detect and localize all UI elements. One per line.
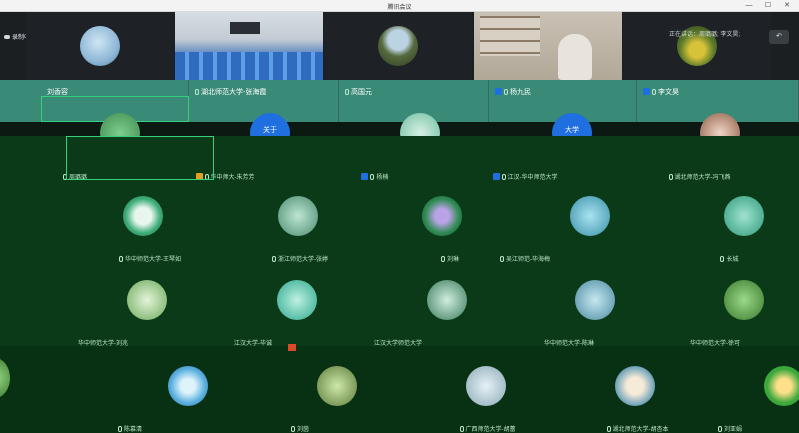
avatar <box>80 26 120 66</box>
host-badge-icon <box>492 173 500 180</box>
mic-icon <box>440 256 445 262</box>
mic-icon <box>668 174 673 180</box>
participant-name: 陈慕清 <box>123 427 142 433</box>
participant-tile[interactable]: 长城 <box>600 192 799 264</box>
video-tile-1[interactable] <box>26 12 174 80</box>
window-titlebar: 腾讯会议 — ☐ ✕ <box>0 0 799 12</box>
mic-icon <box>345 89 349 95</box>
avatar <box>615 366 655 406</box>
mic-icon <box>652 89 656 95</box>
close-button[interactable]: ✕ <box>779 1 795 11</box>
mic-icon <box>501 174 506 180</box>
participant-name: 湖北师范大学-张海霞 <box>201 89 267 96</box>
participant-name: 江汉-华中师范大学 <box>507 175 558 181</box>
participant-name: 长城 <box>726 257 739 263</box>
participant-name: 高国元 <box>351 89 372 96</box>
host-badge-icon <box>495 88 502 95</box>
participant-name: 湖北师范大学-胡杏本 <box>612 427 669 433</box>
mic-icon <box>117 426 122 432</box>
mic-icon <box>717 426 722 432</box>
participant-tile[interactable]: 江汉-华中师范大学 <box>450 136 600 181</box>
mic-icon <box>290 426 295 432</box>
video-tile-classroom[interactable] <box>175 12 323 80</box>
participant-tile[interactable]: 刘亚娟 <box>680 346 799 433</box>
video-strip: 录制中 正在讲话：周璐璐; 李文昊; ↶ <box>0 12 799 80</box>
avatar <box>764 366 799 406</box>
avatar <box>466 366 506 406</box>
video-tile-speaker[interactable] <box>474 12 622 80</box>
participant-row-bottom: 陈慕清 刘茵 广西师范大学-胡蕾 湖北师范大学-胡杏本 刘亚娟 <box>0 346 799 433</box>
participant-name: 华中师大-朱芳芳 <box>210 175 255 181</box>
avatar <box>378 26 418 66</box>
mic-icon <box>195 89 199 95</box>
mic-icon <box>500 256 504 262</box>
mic-icon <box>370 174 375 180</box>
participant-tile[interactable]: 杨楠 <box>300 136 450 181</box>
video-tile-5[interactable] <box>623 12 771 80</box>
speaking-indicator: 正在讲话：周璐璐; 李文昊; <box>669 32 741 38</box>
participant-name: 吴江师范-毕海梅 <box>506 257 550 263</box>
selected-tile-frame <box>66 136 214 180</box>
bookshelf <box>480 16 540 56</box>
participant-name: 广西师范大学-胡蕾 <box>465 427 516 433</box>
classroom-screen <box>230 22 260 34</box>
mic-icon <box>119 256 123 262</box>
host-badge-icon <box>643 88 650 95</box>
video-tile-3[interactable] <box>324 12 472 80</box>
avatar <box>724 196 764 236</box>
minimize-button[interactable]: — <box>741 1 757 11</box>
mic-icon <box>459 426 464 432</box>
mic-icon <box>504 89 508 95</box>
stop-video-icon[interactable] <box>288 344 296 351</box>
mic-icon <box>720 256 725 262</box>
host-badge-icon <box>361 173 369 180</box>
avatar <box>168 366 208 406</box>
participant-name: 杨楠 <box>376 175 389 181</box>
participant-tile[interactable]: 湖北师范大学-冯飞燕 <box>600 136 799 181</box>
classroom-seats <box>175 52 323 80</box>
participant-name: 杨九民 <box>510 89 531 96</box>
mic-icon <box>272 256 276 262</box>
cloud-record-icon <box>4 35 10 40</box>
person-figure <box>558 34 592 80</box>
avatar <box>317 366 357 406</box>
participant-name: 刘亚娟 <box>723 427 742 433</box>
avatar <box>724 280 764 320</box>
participant-name: 湖北师范大学-冯飞燕 <box>674 175 731 181</box>
mic-icon <box>606 426 611 432</box>
participant-name: 刘茵 <box>296 427 309 433</box>
maximize-button[interactable]: ☐ <box>760 1 776 11</box>
participant-name: 李文昊 <box>658 89 679 96</box>
window-title: 腾讯会议 <box>387 5 412 11</box>
collapse-button[interactable]: ↶ <box>769 30 789 44</box>
